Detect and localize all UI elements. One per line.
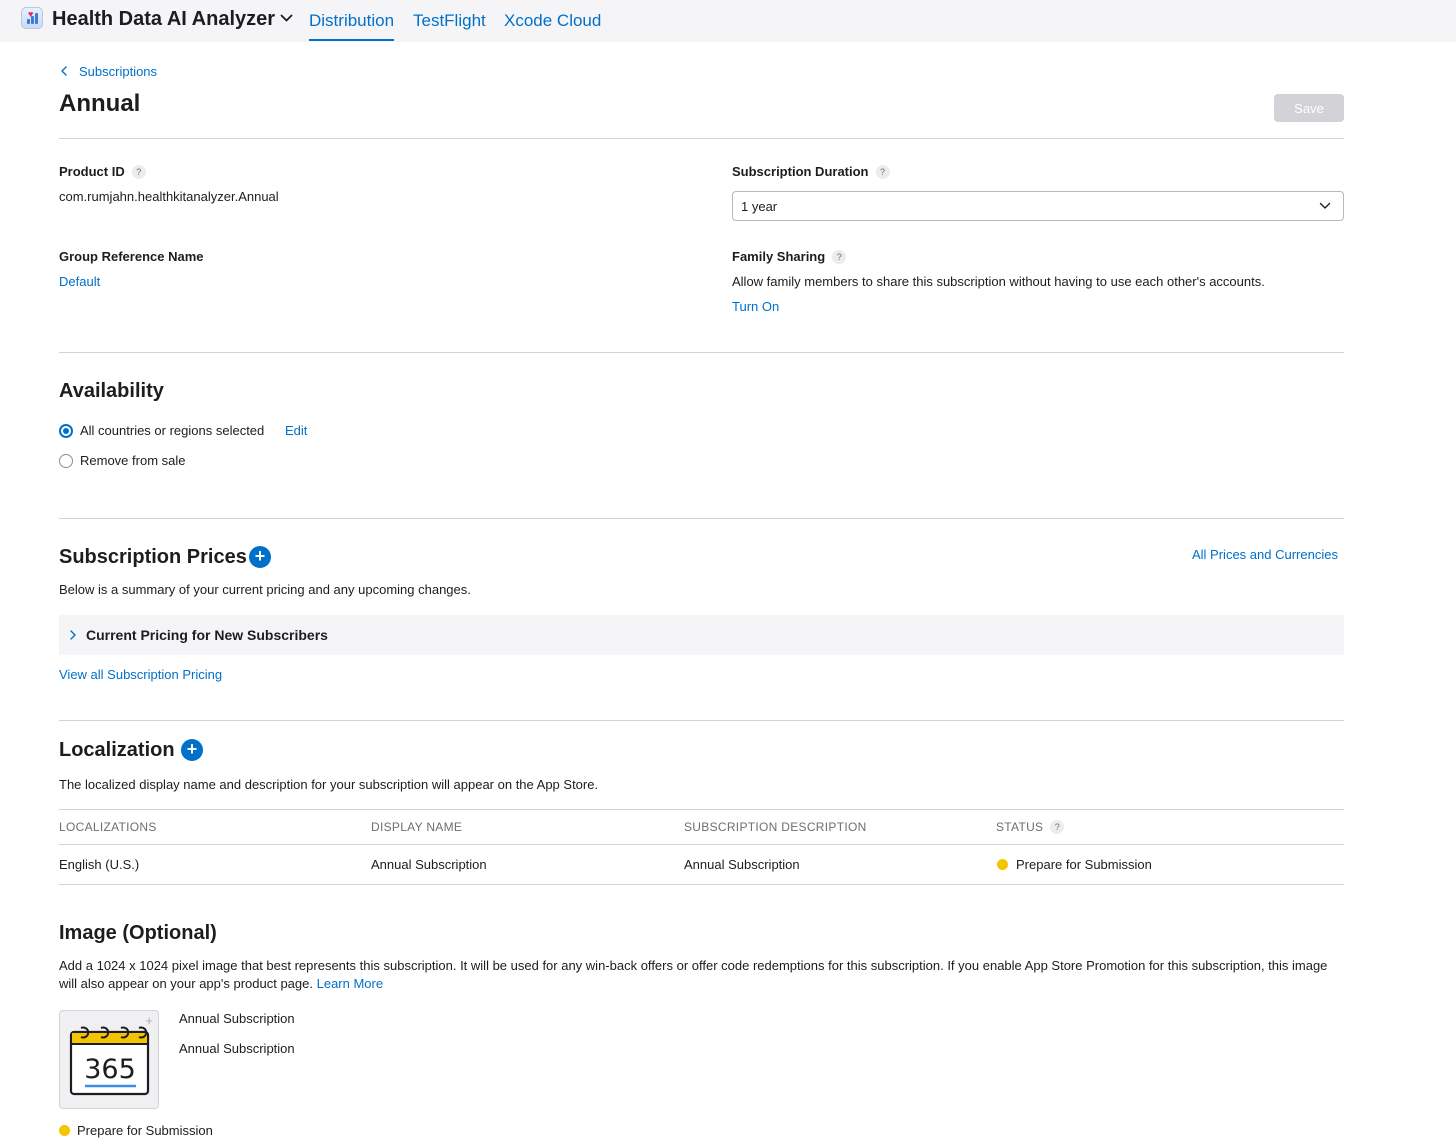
- remove-from-sale-label: Remove from sale: [80, 453, 186, 468]
- help-icon[interactable]: ?: [131, 165, 146, 179]
- product-id-value: com.rumjahn.healthkitanalyzer.Annual: [59, 189, 279, 204]
- family-sharing-description: Allow family members to share this subsc…: [732, 274, 1265, 289]
- locale-link[interactable]: English (U.S.): [59, 857, 139, 872]
- table-top-border: [59, 809, 1344, 810]
- column-header-subscription-description: SUBSCRIPTION DESCRIPTION: [684, 820, 867, 834]
- product-id-label: Product ID?: [59, 164, 146, 179]
- table-bottom-border: [59, 884, 1344, 885]
- help-icon[interactable]: ?: [832, 250, 847, 264]
- family-sharing-label: Family Sharing?: [732, 249, 847, 264]
- calendar-number: 365: [84, 1054, 136, 1085]
- view-all-pricing-link[interactable]: View all Subscription Pricing: [59, 667, 222, 682]
- radio-remove-from-sale[interactable]: [59, 454, 73, 468]
- image-subscription-name: Annual Subscription: [179, 1011, 295, 1026]
- add-price-button[interactable]: +: [249, 546, 271, 568]
- tab-distribution[interactable]: Distribution: [309, 11, 395, 41]
- image-status: Prepare for Submission: [77, 1123, 213, 1138]
- subscription-prices-title: Subscription Prices: [59, 546, 247, 568]
- localization-title: Localization: [59, 739, 175, 761]
- subscription-duration-value: 1 year: [741, 199, 778, 214]
- subscription-duration-label: Subscription Duration?: [732, 164, 890, 179]
- divider: [59, 352, 1344, 353]
- group-reference-label: Group Reference Name: [59, 249, 204, 264]
- subscription-image-thumbnail[interactable]: + 365: [59, 1010, 159, 1109]
- add-localization-button[interactable]: +: [181, 739, 203, 761]
- status-cell: Prepare for Submission: [1016, 857, 1152, 872]
- table-header-border: [59, 844, 1344, 845]
- help-icon[interactable]: ?: [875, 165, 890, 179]
- divider: [59, 138, 1344, 139]
- divider: [59, 720, 1344, 721]
- display-name-cell: Annual Subscription: [371, 857, 487, 872]
- top-bar: ♥ Health Data AI Analyzer Distribution T…: [0, 0, 1456, 42]
- divider: [59, 518, 1344, 519]
- tab-testflight[interactable]: TestFlight: [413, 11, 486, 31]
- learn-more-link[interactable]: Learn More: [317, 976, 383, 991]
- description-cell: Annual Subscription: [684, 857, 800, 872]
- edit-availability-link[interactable]: Edit: [285, 423, 307, 438]
- chevron-right-icon: [70, 630, 76, 640]
- app-name[interactable]: Health Data AI Analyzer: [52, 8, 275, 31]
- app-icon: ♥: [21, 7, 43, 29]
- save-button[interactable]: Save: [1274, 94, 1344, 122]
- all-prices-currencies-link[interactable]: All Prices and Currencies: [1192, 547, 1338, 562]
- status-dot-icon: [997, 859, 1008, 870]
- column-header-display-name: DISPLAY NAME: [371, 820, 463, 834]
- chevron-left-icon[interactable]: [60, 66, 68, 76]
- status-dot-icon: [59, 1125, 70, 1136]
- image-section-title: Image (Optional): [59, 922, 217, 944]
- radio-all-countries[interactable]: [59, 424, 73, 438]
- turn-on-family-sharing-link[interactable]: Turn On: [732, 299, 779, 314]
- image-subscription-description: Annual Subscription: [179, 1041, 295, 1056]
- chevron-down-icon[interactable]: [280, 13, 293, 23]
- subscription-duration-select[interactable]: 1 year: [732, 191, 1344, 221]
- current-pricing-row[interactable]: Current Pricing for New Subscribers: [59, 615, 1344, 655]
- page-title: Annual: [59, 90, 141, 117]
- image-section-description: Add a 1024 x 1024 pixel image that best …: [59, 958, 1328, 991]
- calendar-icon: 365: [69, 1026, 150, 1096]
- availability-title: Availability: [59, 380, 164, 402]
- tab-xcode-cloud[interactable]: Xcode Cloud: [504, 11, 601, 31]
- current-pricing-label: Current Pricing for New Subscribers: [86, 627, 328, 643]
- column-header-status: STATUS?: [996, 820, 1065, 834]
- all-countries-label: All countries or regions selected: [80, 423, 265, 438]
- group-reference-link[interactable]: Default: [59, 274, 100, 289]
- help-icon[interactable]: ?: [1050, 820, 1065, 834]
- localization-description: The localized display name and descripti…: [59, 777, 599, 792]
- chevron-down-icon: [1319, 202, 1331, 209]
- column-header-localizations: LOCALIZATIONS: [59, 820, 157, 834]
- prices-summary: Below is a summary of your current prici…: [59, 582, 471, 597]
- breadcrumb-subscriptions[interactable]: Subscriptions: [79, 64, 157, 79]
